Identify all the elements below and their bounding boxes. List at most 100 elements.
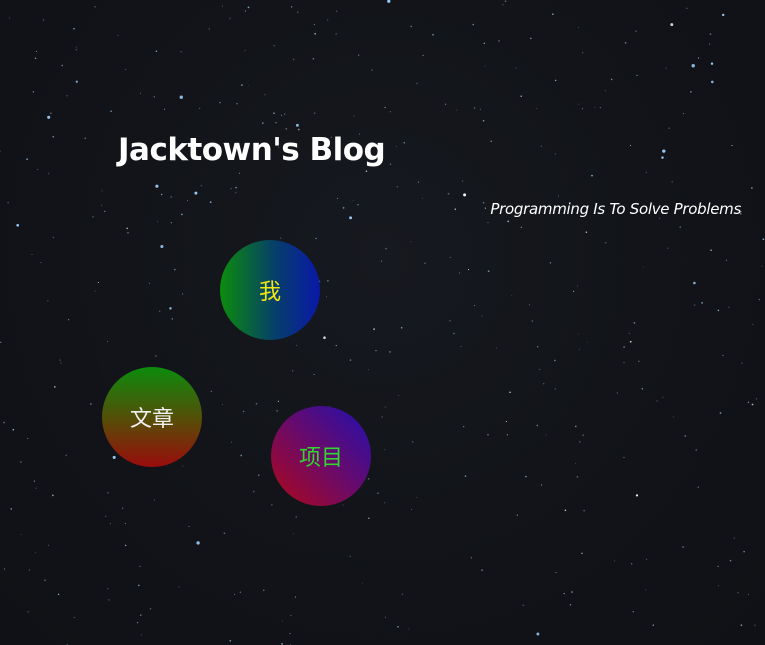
star	[221, 5, 223, 7]
star	[530, 37, 532, 40]
star	[464, 475, 467, 477]
star	[44, 579, 46, 581]
star	[284, 113, 286, 115]
star	[178, 586, 180, 588]
star	[662, 149, 666, 153]
star	[487, 434, 489, 436]
star	[528, 304, 530, 306]
star	[33, 480, 36, 482]
star	[139, 92, 141, 94]
star	[461, 180, 464, 182]
star	[295, 516, 297, 518]
star	[289, 632, 291, 635]
star	[281, 620, 283, 622]
star	[460, 345, 462, 347]
star	[463, 193, 467, 197]
star	[75, 80, 78, 83]
star	[616, 392, 618, 394]
star	[101, 204, 103, 206]
star	[722, 13, 725, 17]
nav-bubble-me[interactable]: 我	[220, 240, 320, 340]
star	[16, 224, 20, 227]
star	[296, 344, 298, 346]
star	[579, 441, 581, 443]
star	[315, 237, 317, 240]
star	[3, 568, 6, 570]
nav-bubble-me-label: 我	[258, 280, 281, 305]
star	[422, 54, 424, 57]
star	[66, 94, 68, 97]
star	[540, 484, 543, 486]
star	[313, 373, 315, 376]
star	[536, 424, 539, 427]
star	[124, 544, 127, 547]
star	[117, 34, 119, 36]
star	[222, 404, 224, 405]
star	[108, 599, 110, 601]
star	[293, 533, 295, 535]
nav-bubble-articles-label: 文章	[129, 407, 174, 432]
star	[463, 425, 465, 428]
star	[109, 523, 111, 525]
star	[112, 455, 116, 459]
star	[594, 106, 596, 108]
star	[384, 106, 386, 109]
star	[614, 560, 616, 562]
star	[255, 402, 258, 405]
star	[179, 95, 183, 99]
star	[543, 383, 545, 385]
star	[554, 79, 557, 82]
star	[762, 238, 765, 241]
star	[551, 13, 554, 16]
star	[47, 172, 50, 175]
star	[7, 201, 9, 204]
star	[230, 188, 232, 190]
star	[163, 108, 166, 110]
star	[662, 396, 664, 398]
star	[645, 171, 648, 174]
star	[417, 181, 420, 183]
star	[516, 514, 518, 516]
nav-bubble-projects[interactable]: 项目	[271, 406, 371, 506]
star	[555, 572, 557, 573]
star	[208, 28, 210, 30]
star	[483, 42, 485, 44]
star	[397, 625, 399, 628]
star	[170, 196, 172, 198]
star	[610, 78, 613, 81]
star	[312, 57, 315, 60]
star	[522, 604, 524, 606]
star	[709, 43, 711, 45]
star	[148, 282, 151, 285]
star	[411, 441, 414, 443]
star	[645, 558, 648, 561]
star	[28, 569, 31, 571]
star	[449, 256, 451, 258]
star	[710, 249, 712, 252]
star	[447, 192, 450, 195]
star	[235, 192, 237, 194]
star	[160, 244, 164, 249]
star	[138, 584, 140, 587]
star	[101, 367, 103, 369]
star	[719, 412, 722, 414]
star	[279, 237, 282, 239]
star	[59, 359, 61, 361]
star	[502, 4, 504, 6]
star	[161, 193, 163, 196]
star	[682, 113, 684, 115]
star	[623, 361, 625, 364]
star	[342, 504, 344, 506]
star	[73, 27, 75, 30]
star	[335, 10, 338, 12]
star	[52, 494, 54, 497]
star	[48, 544, 50, 546]
star	[623, 457, 625, 459]
nav-bubble-articles[interactable]: 文章	[102, 367, 202, 467]
star	[645, 589, 647, 591]
star	[578, 27, 579, 28]
star	[604, 242, 607, 244]
star	[258, 474, 260, 476]
star	[292, 58, 295, 61]
star	[458, 272, 460, 274]
